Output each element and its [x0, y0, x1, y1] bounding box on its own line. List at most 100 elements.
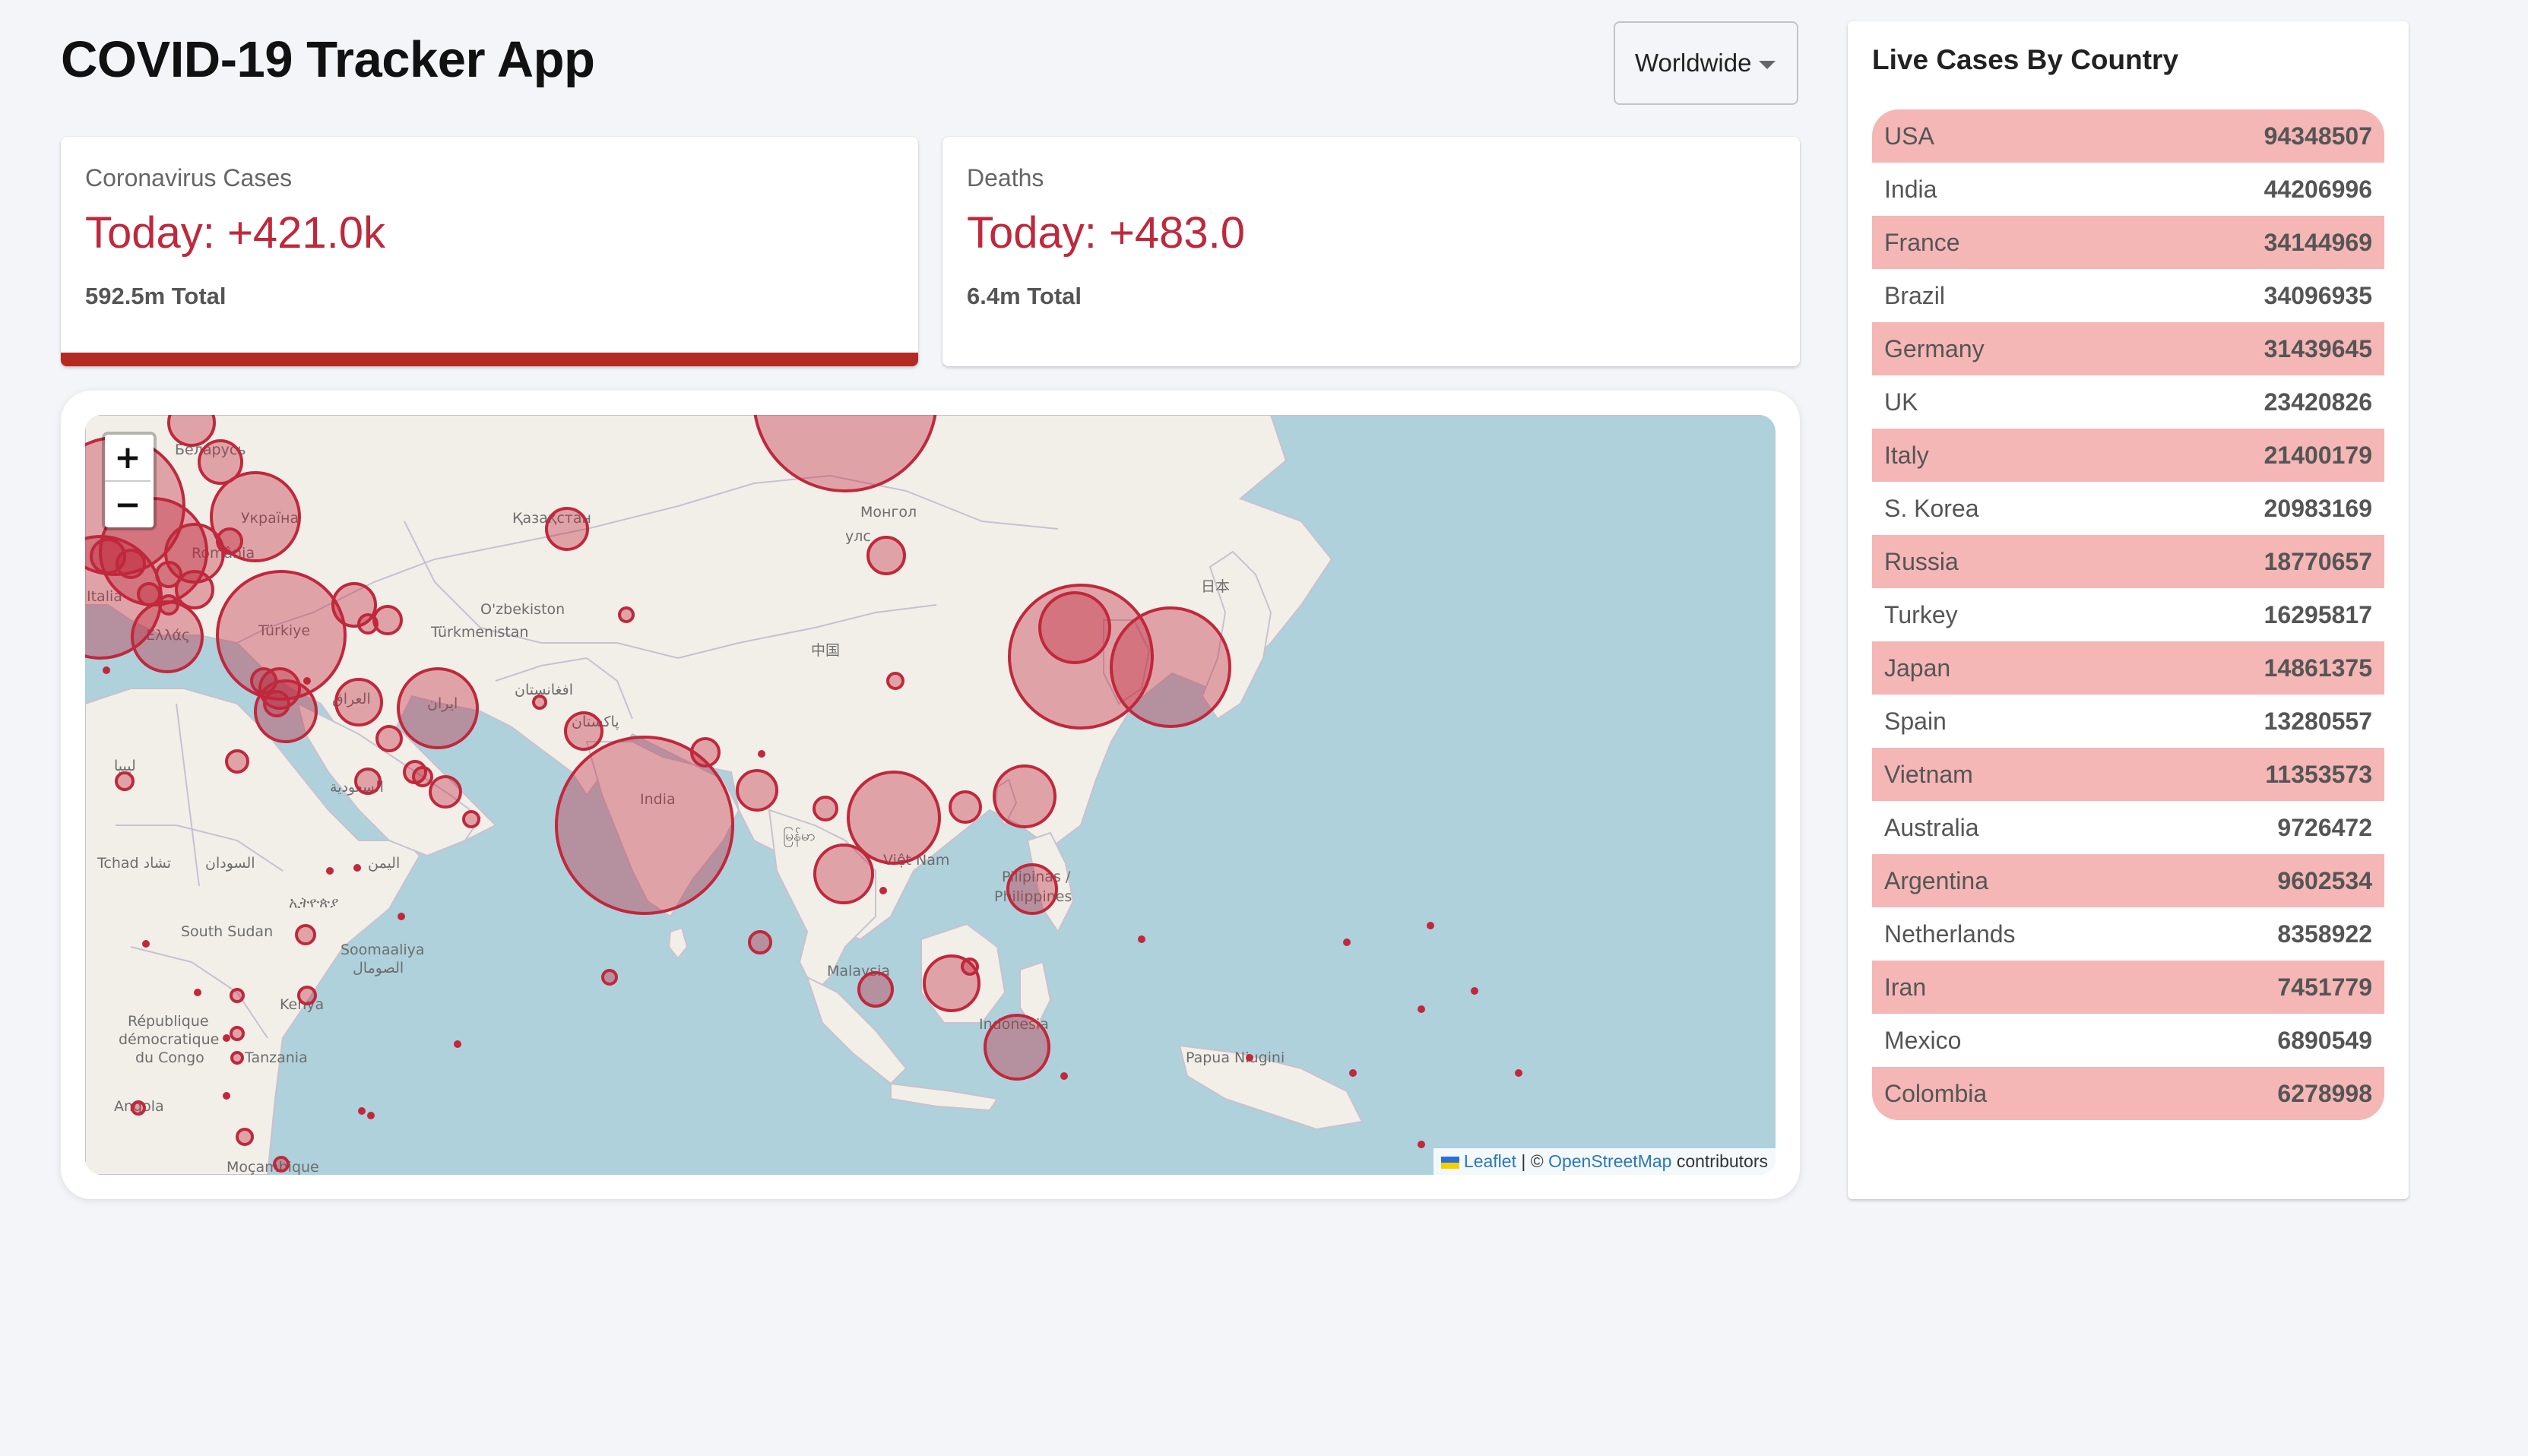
case-dot[interactable]: [103, 666, 110, 674]
case-dot[interactable]: [353, 864, 361, 872]
country-cases: 20983169: [2263, 494, 2372, 522]
case-circle[interactable]: [618, 606, 635, 623]
zoom-out-button[interactable]: −: [105, 482, 150, 527]
case-circle[interactable]: [866, 536, 906, 575]
case-circle[interactable]: [886, 672, 904, 690]
case-dot[interactable]: [1418, 1005, 1425, 1013]
case-circle[interactable]: [993, 764, 1057, 828]
case-circle[interactable]: [263, 690, 290, 717]
case-dot[interactable]: [1138, 935, 1145, 943]
case-circle[interactable]: [564, 711, 603, 751]
case-dot[interactable]: [1418, 1141, 1425, 1148]
openstreetmap-link[interactable]: OpenStreetMap: [1548, 1151, 1671, 1171]
case-circle[interactable]: [1038, 591, 1111, 664]
table-row: France 34144969: [1872, 216, 2384, 269]
cases-card[interactable]: Coronavirus Cases Today: +421.0k 592.5m …: [61, 137, 918, 366]
case-dot[interactable]: [398, 913, 405, 920]
case-circle[interactable]: [230, 988, 245, 1003]
case-circle[interactable]: [412, 766, 433, 787]
case-circle[interactable]: [601, 969, 618, 986]
case-dot[interactable]: [194, 989, 201, 996]
case-dot[interactable]: [223, 1092, 230, 1100]
case-dot[interactable]: [1246, 1054, 1253, 1062]
table-row: Netherlands 8358922: [1872, 907, 2384, 961]
map-card: Беларусь Україна Қазақстан Монгол улс Ro…: [61, 391, 1800, 1199]
country-select[interactable]: Worldwide: [1614, 21, 1798, 105]
case-circle[interactable]: [984, 1014, 1050, 1081]
case-circle[interactable]: [334, 678, 383, 726]
case-circle[interactable]: [175, 570, 214, 609]
case-circle[interactable]: [297, 986, 317, 1005]
case-circle[interactable]: [1110, 606, 1231, 728]
country-cases: 11353573: [2148, 748, 2384, 801]
case-dot[interactable]: [1349, 1069, 1357, 1077]
case-dot[interactable]: [223, 1034, 230, 1042]
deaths-card[interactable]: Deaths Today: +483.0 6.4m Total: [942, 137, 1800, 366]
case-circle[interactable]: [115, 771, 135, 791]
case-circle[interactable]: [813, 844, 874, 904]
country-select-value: Worldwide: [1635, 49, 1752, 77]
country-name: USA: [1872, 109, 2149, 163]
country-name: Iran: [1872, 961, 2149, 1014]
table-row: UK 23420826: [1872, 375, 2384, 429]
country-cases: 9602534: [2148, 854, 2384, 907]
country-name: Japan: [1872, 641, 2149, 695]
country-name: Italy: [1872, 429, 2149, 482]
country-name: Turkey: [1884, 600, 1958, 628]
case-circle[interactable]: [116, 549, 146, 579]
case-circle[interactable]: [354, 768, 382, 795]
case-dot[interactable]: [454, 1040, 461, 1048]
case-circle[interactable]: [131, 600, 204, 673]
table-row: S. Korea 20983169: [1872, 482, 2384, 535]
case-dot[interactable]: [879, 887, 887, 894]
case-circle[interactable]: [375, 725, 403, 752]
case-circle[interactable]: [949, 790, 982, 824]
case-circle[interactable]: [748, 930, 772, 954]
case-circle[interactable]: [230, 1026, 245, 1041]
case-circle[interactable]: [857, 971, 894, 1008]
case-circle[interactable]: [372, 605, 403, 635]
case-circle[interactable]: [167, 415, 216, 447]
map-label-mozambique: Moçambique: [227, 1159, 319, 1175]
case-dot[interactable]: [1427, 922, 1434, 929]
case-circle[interactable]: [813, 796, 838, 821]
dropdown-caret-icon[interactable]: [1759, 61, 1776, 69]
case-circle[interactable]: [236, 1128, 254, 1146]
case-dot[interactable]: [303, 677, 311, 685]
case-circle[interactable]: [397, 667, 479, 749]
case-circle[interactable]: [429, 775, 462, 809]
case-circle[interactable]: [961, 957, 979, 976]
map-label-tanzania: Tanzania: [244, 1049, 308, 1066]
app-title: COVID-19 Tracker App: [61, 31, 595, 88]
case-dot[interactable]: [1471, 987, 1478, 995]
case-dot[interactable]: [142, 940, 150, 948]
case-dot[interactable]: [358, 1107, 366, 1115]
case-circle[interactable]: [216, 527, 243, 555]
case-dot[interactable]: [1060, 1072, 1068, 1080]
zoom-in-button[interactable]: +: [105, 435, 150, 482]
case-circle[interactable]: [273, 1156, 290, 1173]
case-circle[interactable]: [736, 769, 778, 812]
country-cases: 14861375: [2148, 641, 2384, 695]
case-dot[interactable]: [758, 750, 765, 758]
case-circle[interactable]: [1006, 863, 1058, 915]
case-circle[interactable]: [131, 1100, 146, 1116]
table-row: Spain 13280557: [1872, 695, 2384, 748]
country-cases: 6890549: [2277, 1026, 2372, 1054]
case-circle[interactable]: [295, 924, 316, 945]
live-cases-title: Live Cases By Country: [1872, 44, 2179, 75]
world-map[interactable]: Беларусь Україна Қазақстан Монгол улс Ro…: [85, 415, 1776, 1175]
case-circle[interactable]: [230, 1051, 244, 1065]
leaflet-link[interactable]: Leaflet: [1464, 1151, 1516, 1171]
case-dot[interactable]: [326, 867, 334, 875]
case-circle[interactable]: [225, 749, 249, 774]
case-circle[interactable]: [462, 810, 480, 828]
case-circle[interactable]: [690, 737, 721, 768]
case-dot[interactable]: [367, 1112, 375, 1119]
case-circle[interactable]: [532, 695, 547, 710]
case-dot[interactable]: [1515, 1069, 1522, 1077]
case-dot[interactable]: [1343, 938, 1351, 946]
case-circle[interactable]: [137, 582, 161, 606]
case-circle[interactable]: [545, 507, 589, 551]
cases-total: 592.5m Total: [85, 283, 227, 309]
